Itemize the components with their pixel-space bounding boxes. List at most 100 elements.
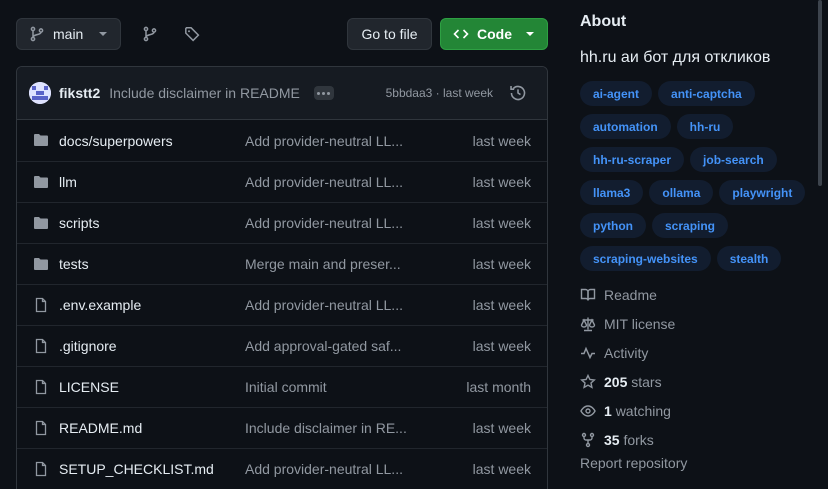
license-link[interactable]: MIT license: [580, 309, 675, 338]
file-name-link[interactable]: .gitignore: [59, 338, 117, 354]
history-icon[interactable]: [509, 84, 527, 102]
file-row[interactable]: .gitignore Add approval-gated saf... last …: [17, 325, 547, 366]
topic-tag[interactable]: automation: [580, 114, 671, 139]
eye-icon: [580, 403, 596, 419]
caret-down-icon: [98, 31, 108, 37]
file-row[interactable]: README.md Include disclaimer in RE... last…: [17, 407, 547, 448]
branches-button[interactable]: [134, 18, 166, 50]
fork-icon: [580, 432, 596, 448]
folder-icon: [33, 215, 49, 231]
law-icon: [580, 316, 596, 332]
commit-meta[interactable]: 5bbdaa3 · last week: [386, 86, 493, 100]
file-commit-link[interactable]: Merge main and preser...: [245, 256, 415, 272]
file-row[interactable]: SETUP_CHECKLIST.md Add provider-neutral L…: [17, 448, 547, 489]
topic-tag[interactable]: hh-ru: [676, 114, 734, 139]
file-icon: [33, 461, 49, 477]
about-sidebar: About hh.ru аи бот для откликов ai-agent…: [580, 0, 815, 489]
star-icon: [580, 373, 596, 390]
activity-label: Activity: [604, 344, 649, 361]
file-commit-time: last week: [472, 215, 531, 231]
file-commit-time: last week: [472, 174, 531, 190]
topic-tag[interactable]: scraping-websites: [580, 246, 711, 271]
file-name-link[interactable]: docs/superpowers: [59, 133, 173, 149]
activity-link[interactable]: Activity: [580, 338, 675, 367]
file-name-link[interactable]: tests: [59, 256, 89, 272]
topic-tag[interactable]: stealth: [716, 246, 782, 271]
stars-text: 205 stars: [604, 374, 662, 390]
stars-link[interactable]: 205 stars: [580, 367, 675, 396]
file-name-link[interactable]: LICENSE: [59, 379, 119, 395]
topic-tag[interactable]: hh-ru-scraper: [580, 147, 685, 172]
watching-label: watching: [615, 402, 671, 419]
file-commit-time: last week: [472, 420, 531, 436]
topics-list: ai-agent anti-captcha automation hh-ru hh-ru…: [580, 81, 815, 271]
file-commit-time: last week: [472, 256, 531, 272]
topic-tag[interactable]: llama3: [580, 180, 644, 205]
branch-label: main: [53, 26, 84, 42]
forks-link[interactable]: 35 forks: [580, 425, 675, 454]
file-commit-link[interactable]: Add provider-neutral LL...: [245, 297, 415, 313]
commit-message-link[interactable]: Include disclaimer in README: [109, 85, 300, 101]
file-commit-link[interactable]: Add provider-neutral LL...: [245, 215, 415, 231]
avatar[interactable]: [29, 82, 51, 104]
file-commit-time: last week: [472, 132, 531, 149]
watchers-link[interactable]: 1 watching: [580, 396, 675, 425]
file-commit-time: last week: [472, 461, 531, 477]
topic-tag[interactable]: ai-agent: [580, 81, 653, 106]
tags-button[interactable]: [176, 18, 208, 50]
topic-tag[interactable]: ollama: [649, 180, 714, 205]
file-row[interactable]: llm Add provider-neutral LL... last week: [17, 161, 547, 202]
go-to-file-button[interactable]: Go to file: [347, 18, 432, 50]
file-commit-link[interactable]: Add provider-neutral LL...: [245, 461, 415, 477]
book-icon: [580, 287, 596, 303]
file-name-link[interactable]: README.md: [59, 420, 142, 436]
file-icon: [33, 297, 49, 313]
stars-label: stars: [631, 373, 662, 390]
file-name-link[interactable]: SETUP_CHECKLIST.md: [59, 461, 214, 477]
page-scrollbar[interactable]: [818, 0, 822, 186]
file-row[interactable]: .env.example Add provider-neutral LL... la…: [17, 284, 547, 325]
file-commit-link[interactable]: Add provider-neutral LL...: [245, 174, 415, 190]
file-name-link[interactable]: llm: [59, 174, 77, 190]
file-icon: [33, 379, 49, 395]
readme-link[interactable]: Readme: [580, 280, 675, 309]
forks-text: 35 forks: [604, 432, 654, 448]
about-heading: About: [580, 13, 627, 30]
file-commit-time: last week: [472, 338, 531, 354]
watching-count: 1: [604, 402, 612, 419]
commit-author-link[interactable]: fikstt2: [59, 85, 100, 101]
file-icon: [33, 338, 49, 354]
file-name-link[interactable]: .env.example: [59, 297, 141, 313]
forks-count: 35: [604, 431, 620, 448]
file-row[interactable]: docs/superpowers Add provider-neutral LL.…: [17, 120, 547, 161]
file-commit-link[interactable]: Add provider-neutral LL...: [245, 133, 415, 149]
file-commit-link[interactable]: Add approval-gated saf...: [245, 338, 415, 354]
repo-toolbar: main Go to file Code: [16, 18, 548, 50]
topic-tag[interactable]: scraping: [652, 213, 729, 238]
commit-details-button[interactable]: [313, 86, 334, 100]
tag-icon: [184, 26, 200, 42]
file-commit-link[interactable]: Include disclaimer in RE...: [245, 420, 415, 436]
latest-commit-bar: fikstt2 Include disclaimer in README 5bb…: [17, 67, 547, 120]
topic-tag[interactable]: anti-captcha: [658, 81, 755, 106]
repo-meta-list: Readme MIT license Activity 205 stars 1 …: [580, 280, 675, 454]
branch-select-button[interactable]: main: [16, 18, 121, 50]
caret-down-icon: [525, 31, 535, 37]
pulse-icon: [580, 345, 596, 361]
file-row[interactable]: LICENSE Initial commit last month: [17, 366, 547, 407]
watching-text: 1 watching: [604, 403, 671, 419]
file-name-link[interactable]: scripts: [59, 215, 99, 231]
code-icon: [453, 26, 469, 42]
file-commit-link[interactable]: Initial commit: [245, 379, 415, 395]
file-row[interactable]: scripts Add provider-neutral LL... last we…: [17, 202, 547, 243]
file-list: fikstt2 Include disclaimer in README 5bb…: [16, 66, 548, 489]
report-repository-link[interactable]: Report repository: [580, 455, 687, 471]
code-button[interactable]: Code: [440, 18, 548, 50]
file-row[interactable]: tests Merge main and preser... last week: [17, 243, 547, 284]
file-commit-time: last week: [472, 297, 531, 313]
stars-count: 205: [604, 373, 628, 390]
topic-tag[interactable]: job-search: [690, 147, 777, 172]
topic-tag[interactable]: playwright: [719, 180, 806, 205]
topic-tag[interactable]: python: [580, 213, 646, 238]
license-label: MIT license: [604, 315, 676, 332]
